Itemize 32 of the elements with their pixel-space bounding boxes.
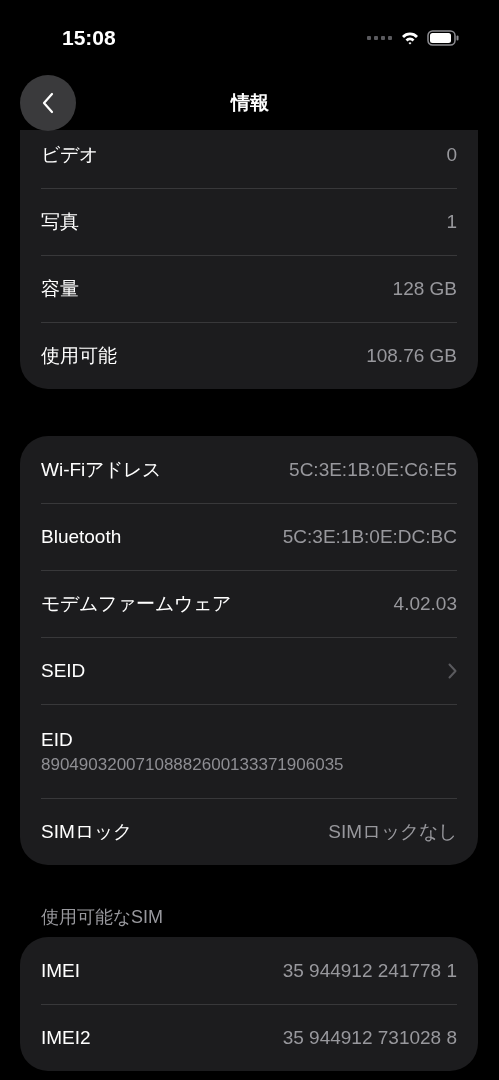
status-time: 15:08	[62, 25, 116, 50]
row-value: 1	[446, 211, 457, 233]
page-title: 情報	[230, 90, 269, 115]
row-value: 5C:3E:1B:0E:C6:E5	[289, 458, 457, 481]
row-label: 容量	[41, 277, 79, 301]
battery-icon	[427, 29, 459, 46]
back-button[interactable]	[20, 75, 76, 131]
chevron-left-icon	[42, 92, 54, 114]
row-value: SIMロックなし	[328, 820, 457, 844]
row-value: 35 944912 731028 8	[282, 1027, 457, 1049]
row-value: 128 GB	[392, 278, 457, 300]
wifi-icon	[401, 30, 419, 45]
row-value: 35 944912 241778 1	[282, 959, 457, 982]
row-value: 89049032007108882600133371906035	[41, 754, 344, 775]
row-value: 4.02.03	[393, 593, 457, 615]
row-value: 108.76 GB	[366, 345, 457, 367]
row-value: 0	[446, 143, 457, 166]
chevron-right-icon	[448, 663, 457, 679]
row-label: モデムファームウェア	[41, 592, 231, 616]
row-label: 使用可能	[41, 344, 117, 368]
row-label: EID	[41, 728, 73, 751]
row-label: ビデオ	[41, 142, 98, 167]
signal-icon	[367, 35, 393, 40]
row-label: Wi-Fiアドレス	[41, 457, 162, 482]
list-item[interactable]: SEID	[41, 637, 457, 704]
row-value: 5C:3E:1B:0E:DC:BC	[282, 526, 457, 548]
row-label: Bluetooth	[41, 526, 122, 548]
row-label: IMEI	[41, 959, 81, 982]
section-header: 使用可能なSIM	[40, 906, 164, 929]
row-label: SIMロック	[41, 820, 132, 844]
row-label: IMEI2	[41, 1027, 91, 1049]
row-label: 写真	[41, 210, 79, 234]
